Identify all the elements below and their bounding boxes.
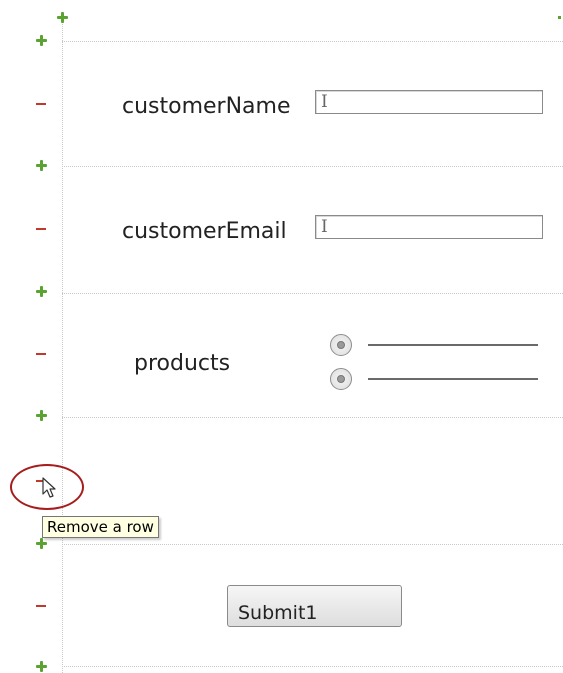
products-label: products	[134, 351, 231, 376]
remove-row-minus-icon[interactable]	[36, 228, 46, 230]
add-column-icon[interactable]	[57, 12, 68, 23]
row-separator	[62, 544, 563, 545]
add-row-plus-icon[interactable]	[36, 410, 47, 421]
add-row-plus-icon[interactable]	[36, 35, 47, 46]
add-row-plus-icon[interactable]	[36, 661, 47, 672]
customer-name-input[interactable]: I	[315, 90, 543, 114]
add-row-plus-icon[interactable]	[36, 538, 47, 549]
row-separator	[62, 41, 563, 42]
row-separator	[62, 417, 563, 418]
row-separator	[62, 166, 563, 167]
form-designer-canvas: customerName I customerEmail I products …	[0, 0, 563, 673]
products-radio-option[interactable]	[330, 368, 352, 390]
remove-row-minus-icon[interactable]	[36, 353, 46, 355]
remove-row-minus-icon[interactable]	[36, 605, 46, 607]
customer-email-input[interactable]: I	[315, 215, 543, 239]
remove-row-tooltip: Remove a row	[42, 516, 159, 538]
radio-option-label-placeholder	[368, 344, 538, 346]
products-radio-option[interactable]	[330, 334, 352, 356]
row-separator	[62, 293, 563, 294]
customer-name-label: customerName	[122, 94, 291, 119]
column-guide	[62, 20, 63, 673]
row-separator	[62, 666, 563, 667]
add-row-plus-icon[interactable]	[36, 160, 47, 171]
text-cursor-icon: I	[321, 92, 328, 112]
customer-email-label: customerEmail	[122, 219, 287, 244]
mouse-pointer-icon	[42, 477, 56, 498]
submit-button[interactable]: Submit1	[227, 585, 402, 627]
remove-row-minus-icon[interactable]	[36, 103, 46, 105]
text-cursor-icon: I	[321, 217, 328, 237]
add-row-plus-icon[interactable]	[36, 286, 47, 297]
radio-option-label-placeholder	[368, 378, 538, 380]
column-end-marker	[558, 16, 561, 19]
